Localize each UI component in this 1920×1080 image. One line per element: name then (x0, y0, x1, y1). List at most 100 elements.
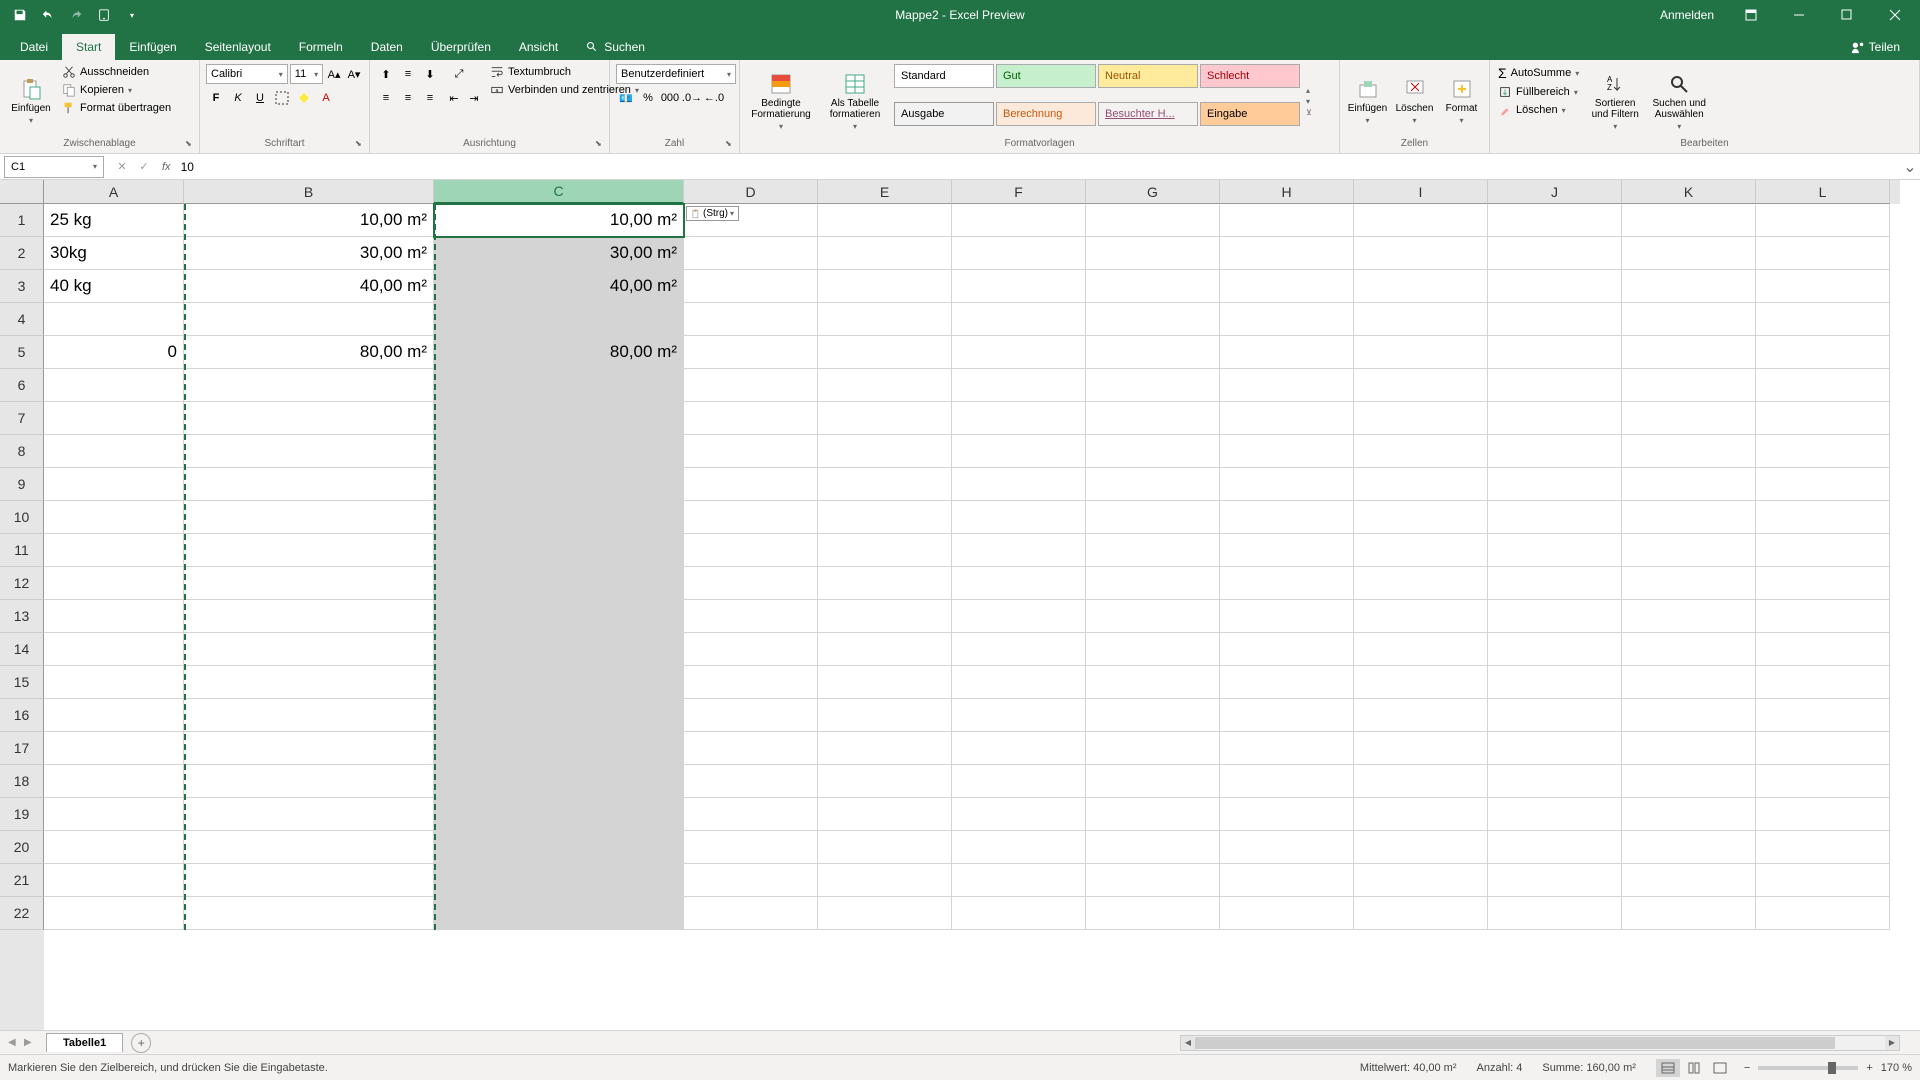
cell-E5[interactable] (818, 336, 952, 369)
cell-G1[interactable] (1086, 204, 1220, 237)
undo-button[interactable] (36, 3, 60, 27)
cell-C2[interactable]: 30,00 m² (434, 237, 684, 270)
row-header-4[interactable]: 4 (0, 303, 44, 336)
cell-H11[interactable] (1220, 534, 1354, 567)
cell-B16[interactable] (184, 699, 434, 732)
format-as-table-button[interactable]: Als Tabelle formatieren▾ (820, 64, 890, 138)
cell-styles-gallery[interactable]: Standard Gut Neutral Schlecht Ausgabe Be… (894, 64, 1300, 138)
cell-C1[interactable]: 10,00 m² (434, 204, 684, 237)
column-header-K[interactable]: K (1622, 180, 1756, 204)
cell-I18[interactable] (1354, 765, 1488, 798)
cell-D6[interactable] (684, 369, 818, 402)
cell-C21[interactable] (434, 864, 684, 897)
cell-I19[interactable] (1354, 798, 1488, 831)
column-header-A[interactable]: A (44, 180, 184, 204)
tab-uberprufen[interactable]: Überprüfen (417, 34, 505, 60)
cell-K15[interactable] (1622, 666, 1756, 699)
cell-H22[interactable] (1220, 897, 1354, 930)
cell-F2[interactable] (952, 237, 1086, 270)
cell-E11[interactable] (818, 534, 952, 567)
cell-B18[interactable] (184, 765, 434, 798)
column-header-I[interactable]: I (1354, 180, 1488, 204)
cell-K11[interactable] (1622, 534, 1756, 567)
cell-I4[interactable] (1354, 303, 1488, 336)
select-all-corner[interactable] (0, 180, 44, 204)
add-sheet-button[interactable]: + (131, 1033, 151, 1053)
cell-J17[interactable] (1488, 732, 1622, 765)
cell-F6[interactable] (952, 369, 1086, 402)
font-launcher[interactable]: ⬊ (355, 139, 367, 151)
cell-D22[interactable] (684, 897, 818, 930)
cell-E6[interactable] (818, 369, 952, 402)
cell-L17[interactable] (1756, 732, 1890, 765)
format-painter-button[interactable]: Format übertragen (60, 100, 173, 116)
cell-E18[interactable] (818, 765, 952, 798)
cell-C10[interactable] (434, 501, 684, 534)
cell-C8[interactable] (434, 435, 684, 468)
align-center[interactable]: ≡ (398, 88, 418, 108)
sheet-nav-prev[interactable]: ◀ (8, 1037, 22, 1048)
formula-input[interactable]: 10 (175, 160, 1900, 174)
cell-B12[interactable] (184, 567, 434, 600)
cell-K20[interactable] (1622, 831, 1756, 864)
cell-K19[interactable] (1622, 798, 1756, 831)
cell-B4[interactable] (184, 303, 434, 336)
cell-B3[interactable]: 40,00 m² (184, 270, 434, 303)
cell-L18[interactable] (1756, 765, 1890, 798)
cell-B17[interactable] (184, 732, 434, 765)
cell-D13[interactable] (684, 600, 818, 633)
cell-B15[interactable] (184, 666, 434, 699)
cell-I12[interactable] (1354, 567, 1488, 600)
cell-B2[interactable]: 30,00 m² (184, 237, 434, 270)
cell-L19[interactable] (1756, 798, 1890, 831)
cell-K16[interactable] (1622, 699, 1756, 732)
row-header-16[interactable]: 16 (0, 699, 44, 732)
cell-A2[interactable]: 30kg (44, 237, 184, 270)
cell-F4[interactable] (952, 303, 1086, 336)
cell-H16[interactable] (1220, 699, 1354, 732)
cell-H3[interactable] (1220, 270, 1354, 303)
cell-H19[interactable] (1220, 798, 1354, 831)
cell-D17[interactable] (684, 732, 818, 765)
scroll-right[interactable]: ▶ (1885, 1036, 1899, 1050)
fill-button[interactable]: Füllbereich▾ (1496, 84, 1581, 100)
cell-L2[interactable] (1756, 237, 1890, 270)
delete-cells-button[interactable]: Löschen▾ (1393, 64, 1436, 138)
tab-einfugen[interactable]: Einfügen (115, 34, 190, 60)
cell-F5[interactable] (952, 336, 1086, 369)
cell-E7[interactable] (818, 402, 952, 435)
cell-J18[interactable] (1488, 765, 1622, 798)
cell-B21[interactable] (184, 864, 434, 897)
cell-F22[interactable] (952, 897, 1086, 930)
cell-F18[interactable] (952, 765, 1086, 798)
cell-K22[interactable] (1622, 897, 1756, 930)
scroll-thumb[interactable] (1195, 1037, 1835, 1049)
cell-G9[interactable] (1086, 468, 1220, 501)
row-header-19[interactable]: 19 (0, 798, 44, 831)
cell-K13[interactable] (1622, 600, 1756, 633)
cell-B13[interactable] (184, 600, 434, 633)
row-header-18[interactable]: 18 (0, 765, 44, 798)
cell-K6[interactable] (1622, 369, 1756, 402)
cell-I7[interactable] (1354, 402, 1488, 435)
cell-I13[interactable] (1354, 600, 1488, 633)
cell-J8[interactable] (1488, 435, 1622, 468)
cell-C6[interactable] (434, 369, 684, 402)
cell-D15[interactable] (684, 666, 818, 699)
increase-decimal[interactable]: .0→ (682, 88, 702, 108)
cell-F10[interactable] (952, 501, 1086, 534)
cell-D18[interactable] (684, 765, 818, 798)
cell-C5[interactable]: 80,00 m² (434, 336, 684, 369)
row-header-7[interactable]: 7 (0, 402, 44, 435)
row-header-14[interactable]: 14 (0, 633, 44, 666)
cell-A16[interactable] (44, 699, 184, 732)
cell-A13[interactable] (44, 600, 184, 633)
cell-E20[interactable] (818, 831, 952, 864)
bold-button[interactable]: F (206, 88, 226, 108)
column-header-F[interactable]: F (952, 180, 1086, 204)
cell-A19[interactable] (44, 798, 184, 831)
cell-E4[interactable] (818, 303, 952, 336)
cell-I15[interactable] (1354, 666, 1488, 699)
cell-E19[interactable] (818, 798, 952, 831)
cell-C14[interactable] (434, 633, 684, 666)
